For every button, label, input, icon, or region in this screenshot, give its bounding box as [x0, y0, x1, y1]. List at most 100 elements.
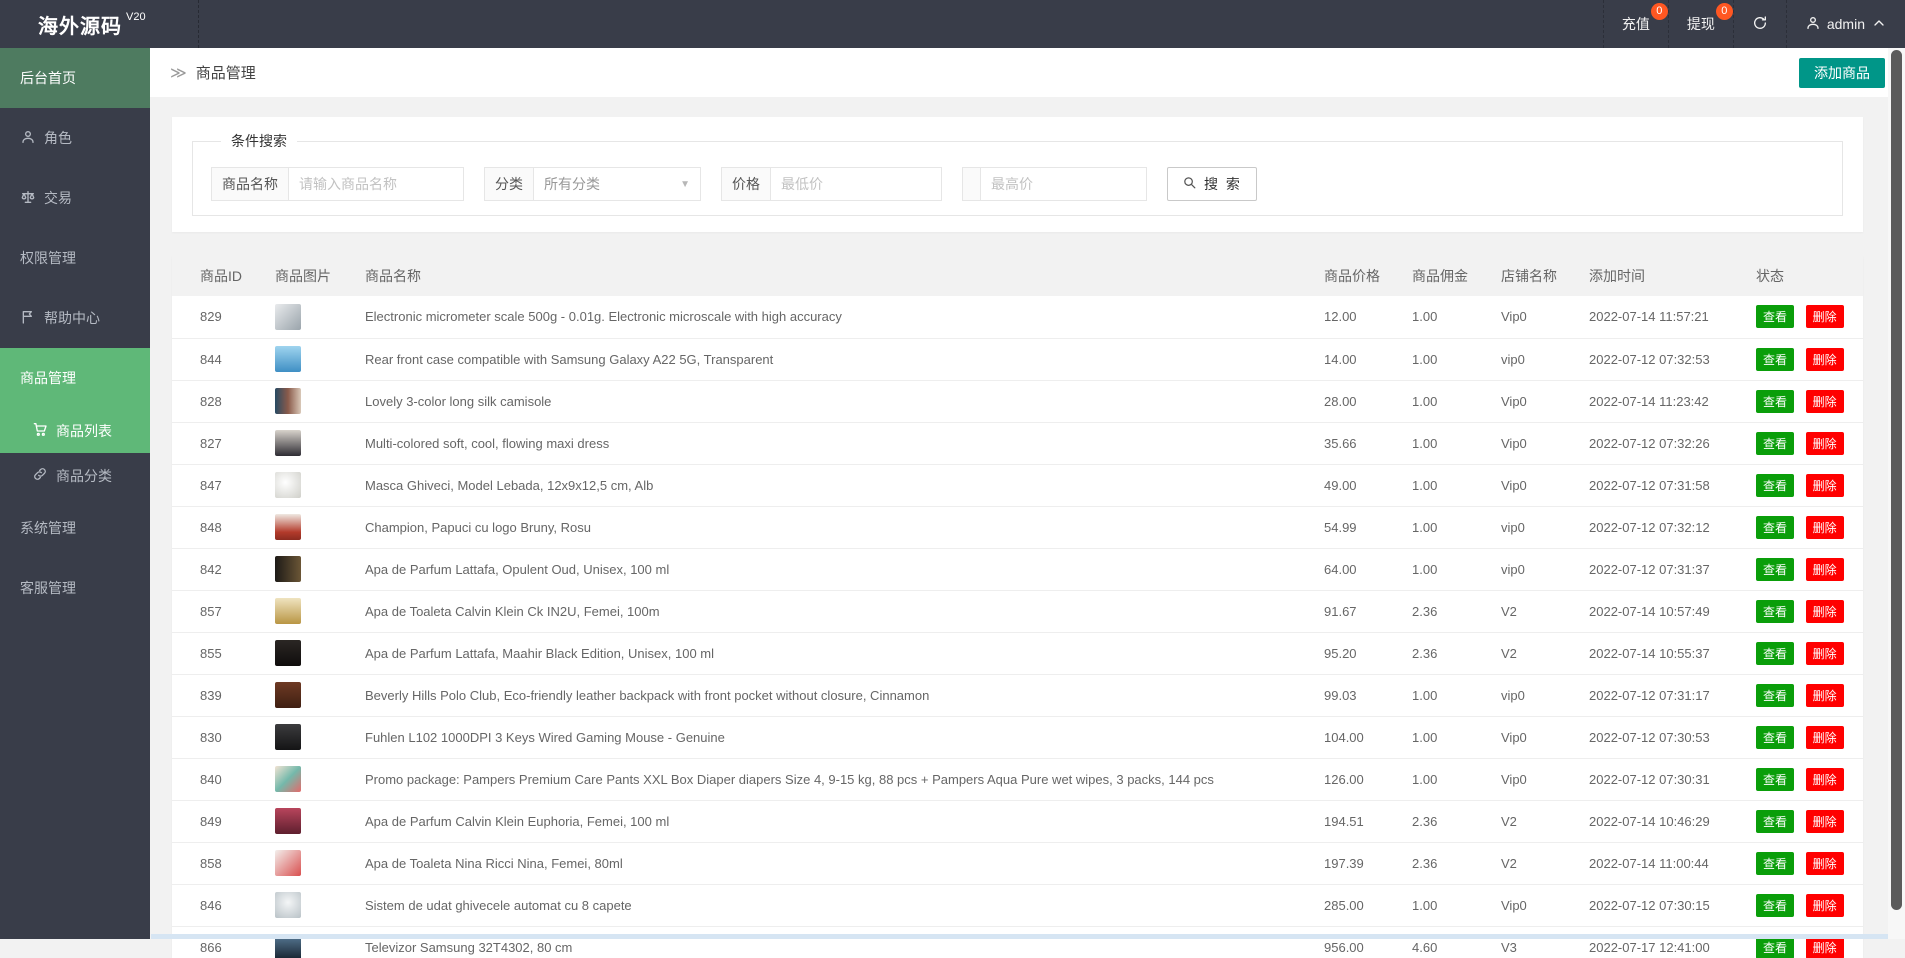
status-cell: 查看 删除 [1756, 590, 1863, 632]
product-name-input[interactable] [288, 167, 464, 201]
sidebar-item-help-center[interactable]: 帮助中心 [0, 288, 150, 348]
product-image-cell [275, 800, 365, 842]
product-thumbnail [275, 514, 301, 540]
column-header-product-id: 商品ID [172, 256, 275, 296]
view-button[interactable]: 查看 [1756, 474, 1794, 497]
product-price-cell: 126.00 [1324, 758, 1412, 800]
sidebar-item-permissions[interactable]: 权限管理 [0, 228, 150, 288]
delete-button[interactable]: 删除 [1806, 852, 1844, 875]
vertical-scrollbar-thumb[interactable] [1891, 50, 1902, 910]
add-product-button[interactable]: 添加商品 [1799, 58, 1885, 88]
view-button[interactable]: 查看 [1756, 726, 1794, 749]
cart-icon [32, 421, 48, 440]
status-cell: 查看 删除 [1756, 716, 1863, 758]
product-commission-cell: 2.36 [1412, 590, 1501, 632]
product-id-cell: 839 [172, 674, 275, 716]
product-image-cell [275, 884, 365, 926]
product-thumbnail [275, 724, 301, 750]
view-button[interactable]: 查看 [1756, 852, 1794, 875]
sidebar-item-customer-service[interactable]: 客服管理 [0, 558, 150, 618]
shop-name-cell: Vip0 [1501, 296, 1589, 338]
view-button[interactable]: 查看 [1756, 348, 1794, 371]
delete-button[interactable]: 删除 [1806, 474, 1844, 497]
status-cell: 查看 删除 [1756, 338, 1863, 380]
delete-button[interactable]: 删除 [1806, 305, 1844, 328]
product-image-cell [275, 926, 365, 958]
delete-button[interactable]: 删除 [1806, 726, 1844, 749]
status-cell: 查看 删除 [1756, 548, 1863, 590]
sidebar-item-dashboard[interactable]: 后台首页 [0, 48, 150, 108]
sidebar-item-product-management[interactable]: 商品管理 [0, 348, 150, 408]
table-row: 857 Apa de Toaleta Calvin Klein Ck IN2U,… [172, 590, 1863, 632]
view-button[interactable]: 查看 [1756, 600, 1794, 623]
status-cell: 查看 删除 [1756, 422, 1863, 464]
status-cell: 查看 删除 [1756, 800, 1863, 842]
product-commission-cell: 1.00 [1412, 338, 1501, 380]
shop-name-cell: Vip0 [1501, 758, 1589, 800]
view-button[interactable]: 查看 [1756, 432, 1794, 455]
view-button[interactable]: 查看 [1756, 810, 1794, 833]
product-price-cell: 14.00 [1324, 338, 1412, 380]
product-id-cell: 857 [172, 590, 275, 632]
view-button[interactable]: 查看 [1756, 894, 1794, 917]
horizontal-scrollbar[interactable] [151, 934, 1888, 939]
product-name-cell: Apa de Parfum Lattafa, Maahir Black Edit… [365, 632, 1324, 674]
delete-button[interactable]: 删除 [1806, 516, 1844, 539]
view-button[interactable]: 查看 [1756, 684, 1794, 707]
added-time-cell: 2022-07-12 07:30:31 [1589, 758, 1756, 800]
status-cell: 查看 删除 [1756, 632, 1863, 674]
view-button[interactable]: 查看 [1756, 768, 1794, 791]
min-price-input[interactable] [770, 167, 942, 201]
product-thumbnail [275, 388, 301, 414]
product-commission-cell: 2.36 [1412, 800, 1501, 842]
product-name-cell: Televizor Samsung 32T4302, 80 cm [365, 926, 1324, 958]
table-row: 830 Fuhlen L102 1000DPI 3 Keys Wired Gam… [172, 716, 1863, 758]
refresh-button[interactable] [1733, 0, 1786, 48]
delete-button[interactable]: 删除 [1806, 600, 1844, 623]
view-button[interactable]: 查看 [1756, 558, 1794, 581]
shop-name-cell: V2 [1501, 632, 1589, 674]
table-row: 866 Televizor Samsung 32T4302, 80 cm 956… [172, 926, 1863, 958]
category-select[interactable]: 所有分类 ▼ [533, 167, 701, 201]
vertical-scrollbar[interactable] [1888, 48, 1905, 939]
search-button[interactable]: 搜 索 [1167, 167, 1257, 201]
product-id-cell: 829 [172, 296, 275, 338]
scales-icon [20, 189, 36, 208]
product-price-cell: 54.99 [1324, 506, 1412, 548]
table-row: 842 Apa de Parfum Lattafa, Opulent Oud, … [172, 548, 1863, 590]
sidebar-item-transactions[interactable]: 交易 [0, 168, 150, 228]
table-row: 858 Apa de Toaleta Nina Ricci Nina, Feme… [172, 842, 1863, 884]
withdraw-menu-item[interactable]: 提现 0 [1668, 0, 1733, 48]
product-name-cell: Masca Ghiveci, Model Lebada, 12x9x12,5 c… [365, 464, 1324, 506]
admin-user-menu[interactable]: admin [1786, 0, 1905, 48]
column-header-shop-name: 店铺名称 [1501, 256, 1589, 296]
delete-button[interactable]: 删除 [1806, 348, 1844, 371]
app-logo: 海外源码 V20 [0, 0, 199, 48]
delete-button[interactable]: 删除 [1806, 558, 1844, 581]
product-thumbnail [275, 598, 301, 624]
delete-button[interactable]: 删除 [1806, 894, 1844, 917]
view-button[interactable]: 查看 [1756, 390, 1794, 413]
view-button[interactable]: 查看 [1756, 642, 1794, 665]
column-header-product-commission: 商品佣金 [1412, 256, 1501, 296]
recharge-menu-item[interactable]: 充值 0 [1603, 0, 1668, 48]
delete-button[interactable]: 删除 [1806, 768, 1844, 791]
view-button[interactable]: 查看 [1756, 516, 1794, 539]
max-price-input[interactable] [980, 167, 1147, 201]
delete-button[interactable]: 删除 [1806, 642, 1844, 665]
view-button[interactable]: 查看 [1756, 305, 1794, 328]
main-area: ≫ 商品管理 添加商品 条件搜索 商品名称 分类 所有分类 ▼ [150, 48, 1905, 939]
sidebar-item-roles[interactable]: 角色 [0, 108, 150, 168]
delete-button[interactable]: 删除 [1806, 684, 1844, 707]
delete-button[interactable]: 删除 [1806, 432, 1844, 455]
sidebar-item-system-management[interactable]: 系统管理 [0, 498, 150, 558]
table-row: 839 Beverly Hills Polo Club, Eco-friendl… [172, 674, 1863, 716]
delete-button[interactable]: 删除 [1806, 390, 1844, 413]
sidebar-item-product-list[interactable]: 商品列表 [0, 408, 150, 453]
added-time-cell: 2022-07-12 07:30:53 [1589, 716, 1756, 758]
product-price-cell: 64.00 [1324, 548, 1412, 590]
delete-button[interactable]: 删除 [1806, 810, 1844, 833]
product-image-cell [275, 548, 365, 590]
status-cell: 查看 删除 [1756, 296, 1863, 338]
sidebar-item-product-categories[interactable]: 商品分类 [0, 453, 150, 498]
